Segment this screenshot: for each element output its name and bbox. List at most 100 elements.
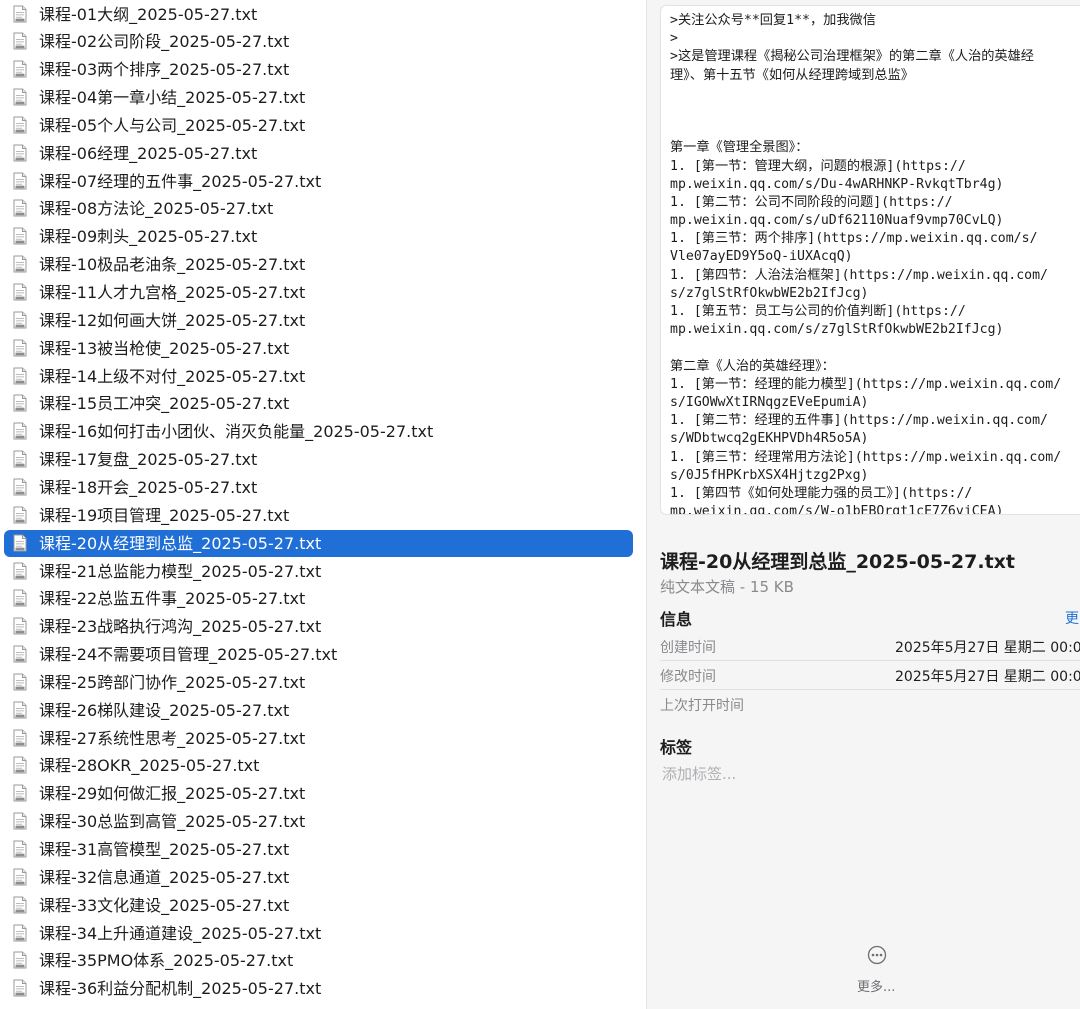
file-row[interactable]: 课程-19项目管理_2025-05-27.txt bbox=[4, 502, 633, 529]
preview-line: 第一章《管理全景图》： bbox=[670, 140, 809, 156]
file-row[interactable]: 课程-18开会_2025-05-27.txt bbox=[4, 474, 633, 501]
more-button[interactable]: 更多... bbox=[857, 976, 895, 995]
file-name: 课程-35PMO体系_2025-05-27.txt bbox=[39, 951, 294, 971]
tags-heading: 标签 bbox=[660, 738, 693, 757]
text-file-icon bbox=[13, 868, 27, 886]
text-file-icon bbox=[13, 5, 27, 23]
text-file-icon bbox=[13, 422, 27, 440]
preview-line: 1. [第一节：管理大纲，问题的根源](https:// bbox=[670, 158, 966, 174]
file-row[interactable]: 课程-05个人与公司_2025-05-27.txt bbox=[4, 112, 633, 139]
text-file-icon bbox=[13, 562, 27, 580]
file-row[interactable]: 课程-23战略执行鸿沟_2025-05-27.txt bbox=[4, 613, 633, 640]
file-row[interactable]: 课程-26梯队建设_2025-05-27.txt bbox=[4, 697, 633, 724]
file-row[interactable]: 课程-28OKR_2025-05-27.txt bbox=[4, 752, 633, 779]
file-row[interactable]: 课程-02公司阶段_2025-05-27.txt bbox=[4, 28, 633, 55]
file-row[interactable]: 课程-16如何打击小团伙、消灭负能量_2025-05-27.txt bbox=[4, 418, 633, 445]
preview-line bbox=[670, 103, 1080, 121]
file-row[interactable]: 课程-21总监能力模型_2025-05-27.txt bbox=[4, 558, 633, 585]
file-row[interactable]: 课程-34上升通道建设_2025-05-27.txt bbox=[4, 920, 633, 947]
file-row[interactable]: 课程-12如何画大饼_2025-05-27.txt bbox=[4, 307, 633, 334]
inspector-panel: >关注公众号**回复1**，加我微信 > >这是管理课程《揭秘公司治理框架》的第二章… bbox=[647, 0, 1080, 1009]
info-more-link[interactable]: 更 bbox=[1065, 608, 1079, 628]
preview-line: 1. [第二节：公司不同阶段的问题](https:// bbox=[670, 194, 953, 210]
preview-line: 1. [第四节：人治法治框架](https://mp.weixin.qq.com… bbox=[670, 267, 1048, 283]
file-row[interactable]: 课程-36利益分配机制_2025-05-27.txt bbox=[4, 975, 633, 1002]
text-preview[interactable]: >关注公众号**回复1**，加我微信 > >这是管理课程《揭秘公司治理框架》的第二章… bbox=[660, 5, 1080, 515]
text-file-icon bbox=[13, 32, 27, 50]
text-file-icon bbox=[13, 506, 27, 524]
file-row[interactable]: 课程-33文化建设_2025-05-27.txt bbox=[4, 892, 633, 919]
file-name: 课程-33文化建设_2025-05-27.txt bbox=[39, 895, 290, 915]
preview-line: s/IGOWwXtIRNqgzEVeEpumiA) bbox=[670, 394, 869, 410]
file-name: 课程-09刺头_2025-05-27.txt bbox=[39, 227, 258, 247]
text-file-icon bbox=[13, 227, 27, 245]
file-row[interactable]: 课程-08方法论_2025-05-27.txt bbox=[4, 195, 633, 222]
file-title: 课程-20从经理到总监_2025-05-27.txt bbox=[660, 551, 1015, 573]
preview-line: 1. [第四节《如何处理能力强的员工》](https:// bbox=[670, 485, 973, 501]
file-row[interactable]: 课程-06经理_2025-05-27.txt bbox=[4, 140, 633, 167]
preview-content: >关注公众号**回复1**，加我微信 > >这是管理课程《揭秘公司治理框架》的第二章… bbox=[670, 12, 1080, 514]
text-file-icon bbox=[13, 394, 27, 412]
file-row[interactable]: 课程-10极品老油条_2025-05-27.txt bbox=[4, 251, 633, 278]
file-name: 课程-22总监五件事_2025-05-27.txt bbox=[39, 589, 306, 609]
file-name: 课程-10极品老油条_2025-05-27.txt bbox=[39, 255, 306, 275]
file-row[interactable]: 课程-15员工冲突_2025-05-27.txt bbox=[4, 390, 633, 417]
file-row[interactable]: 课程-09刺头_2025-05-27.txt bbox=[4, 223, 633, 250]
text-file-icon bbox=[13, 589, 27, 607]
file-row[interactable]: 课程-22总监五件事_2025-05-27.txt bbox=[4, 585, 633, 612]
info-label: 上次打开时间 bbox=[660, 698, 744, 714]
text-file-icon bbox=[13, 199, 27, 217]
file-row[interactable]: 课程-25跨部门协作_2025-05-27.txt bbox=[4, 669, 633, 696]
file-row[interactable]: 课程-14上级不对付_2025-05-27.txt bbox=[4, 363, 633, 390]
file-row[interactable]: 课程-20从经理到总监_2025-05-27.txt bbox=[4, 529, 633, 557]
file-row[interactable]: 课程-17复盘_2025-05-27.txt bbox=[4, 446, 633, 473]
file-row[interactable]: 课程-07经理的五件事_2025-05-27.txt bbox=[4, 168, 633, 195]
preview-line: s/0J5fHPKrbXSX4Hjtzg2Pxg) bbox=[670, 467, 869, 483]
file-name: 课程-20从经理到总监_2025-05-27.txt bbox=[39, 533, 322, 553]
text-file-icon bbox=[13, 450, 27, 468]
file-name: 课程-08方法论_2025-05-27.txt bbox=[39, 199, 274, 219]
file-row[interactable]: 课程-29如何做汇报_2025-05-27.txt bbox=[4, 780, 633, 807]
file-name: 课程-34上升通道建设_2025-05-27.txt bbox=[39, 923, 322, 943]
preview-line: 1. [第三节：两个排序](https://mp.weixin.qq.com/s… bbox=[670, 231, 1038, 247]
preview-line: mp.weixin.qq.com/s/Du-4wARHNKP-RvkqtTbr4… bbox=[670, 176, 1004, 192]
text-file-icon bbox=[13, 784, 27, 802]
file-row[interactable]: 课程-32信息通道_2025-05-27.txt bbox=[4, 864, 633, 891]
file-row[interactable]: 课程-27系统性思考_2025-05-27.txt bbox=[4, 725, 633, 752]
preview-line: mp.weixin.qq.com/s/z7glStRfOkwbWE2b2IfJc… bbox=[670, 322, 1004, 338]
file-name: 课程-03两个排序_2025-05-27.txt bbox=[39, 60, 290, 80]
file-row[interactable]: 课程-03两个排序_2025-05-27.txt bbox=[4, 56, 633, 83]
text-file-icon bbox=[13, 339, 27, 357]
file-name: 课程-32信息通道_2025-05-27.txt bbox=[39, 867, 290, 887]
text-file-icon bbox=[13, 60, 27, 78]
file-kind-size: 纯文本文稿 - 15 KB bbox=[660, 578, 794, 596]
info-value: 2025年5月27日 星期二 00:0 bbox=[895, 669, 1080, 685]
file-name: 课程-02公司阶段_2025-05-27.txt bbox=[39, 32, 290, 52]
text-file-icon bbox=[13, 645, 27, 663]
text-file-icon bbox=[13, 840, 27, 858]
file-row[interactable]: 课程-04第一章小结_2025-05-27.txt bbox=[4, 84, 633, 111]
file-row[interactable]: 课程-35PMO体系_2025-05-27.txt bbox=[4, 947, 633, 974]
info-row-last-opened: 上次打开时间 bbox=[660, 688, 1080, 717]
file-row[interactable]: 课程-11人才九宫格_2025-05-27.txt bbox=[4, 279, 633, 306]
info-row-created: 创建时间 2025年5月27日 星期二 00:0 bbox=[660, 630, 1080, 659]
preview-line: 1. [第五节：员工与公司的价值判断](https:// bbox=[670, 304, 966, 319]
file-name: 课程-15员工冲突_2025-05-27.txt bbox=[39, 394, 290, 414]
file-row[interactable]: 课程-31高管模型_2025-05-27.txt bbox=[4, 836, 633, 863]
preview-line: Vle07ayED9Y5oQ-iUXAcqQ) bbox=[670, 249, 853, 265]
file-row[interactable]: 课程-24不需要项目管理_2025-05-27.txt bbox=[4, 641, 633, 668]
file-row[interactable]: 课程-30总监到高管_2025-05-27.txt bbox=[4, 808, 633, 835]
file-name: 课程-05个人与公司_2025-05-27.txt bbox=[39, 115, 306, 135]
info-label: 修改时间 bbox=[660, 669, 716, 685]
file-row[interactable]: 课程-01大纲_2025-05-27.txt bbox=[4, 1, 633, 28]
info-value: 2025年5月27日 星期二 00:0 bbox=[895, 640, 1080, 656]
file-name: 课程-29如何做汇报_2025-05-27.txt bbox=[39, 784, 306, 804]
file-row[interactable]: 课程-13被当枪使_2025-05-27.txt bbox=[4, 335, 633, 362]
file-list[interactable]: 课程-01大纲_2025-05-27.txt 课程-02公司阶段_2025-05-… bbox=[0, 0, 646, 1009]
ellipsis-circle-icon[interactable] bbox=[867, 945, 887, 965]
file-name: 课程-14上级不对付_2025-05-27.txt bbox=[39, 366, 306, 386]
tags-input[interactable]: 添加标签... bbox=[662, 763, 736, 784]
preview-line: mp.weixin.qq.com/s/uDf62110Nuaf9vmp70CvL… bbox=[670, 213, 1004, 229]
preview-line bbox=[670, 85, 1080, 103]
file-name: 课程-30总监到高管_2025-05-27.txt bbox=[39, 812, 306, 832]
